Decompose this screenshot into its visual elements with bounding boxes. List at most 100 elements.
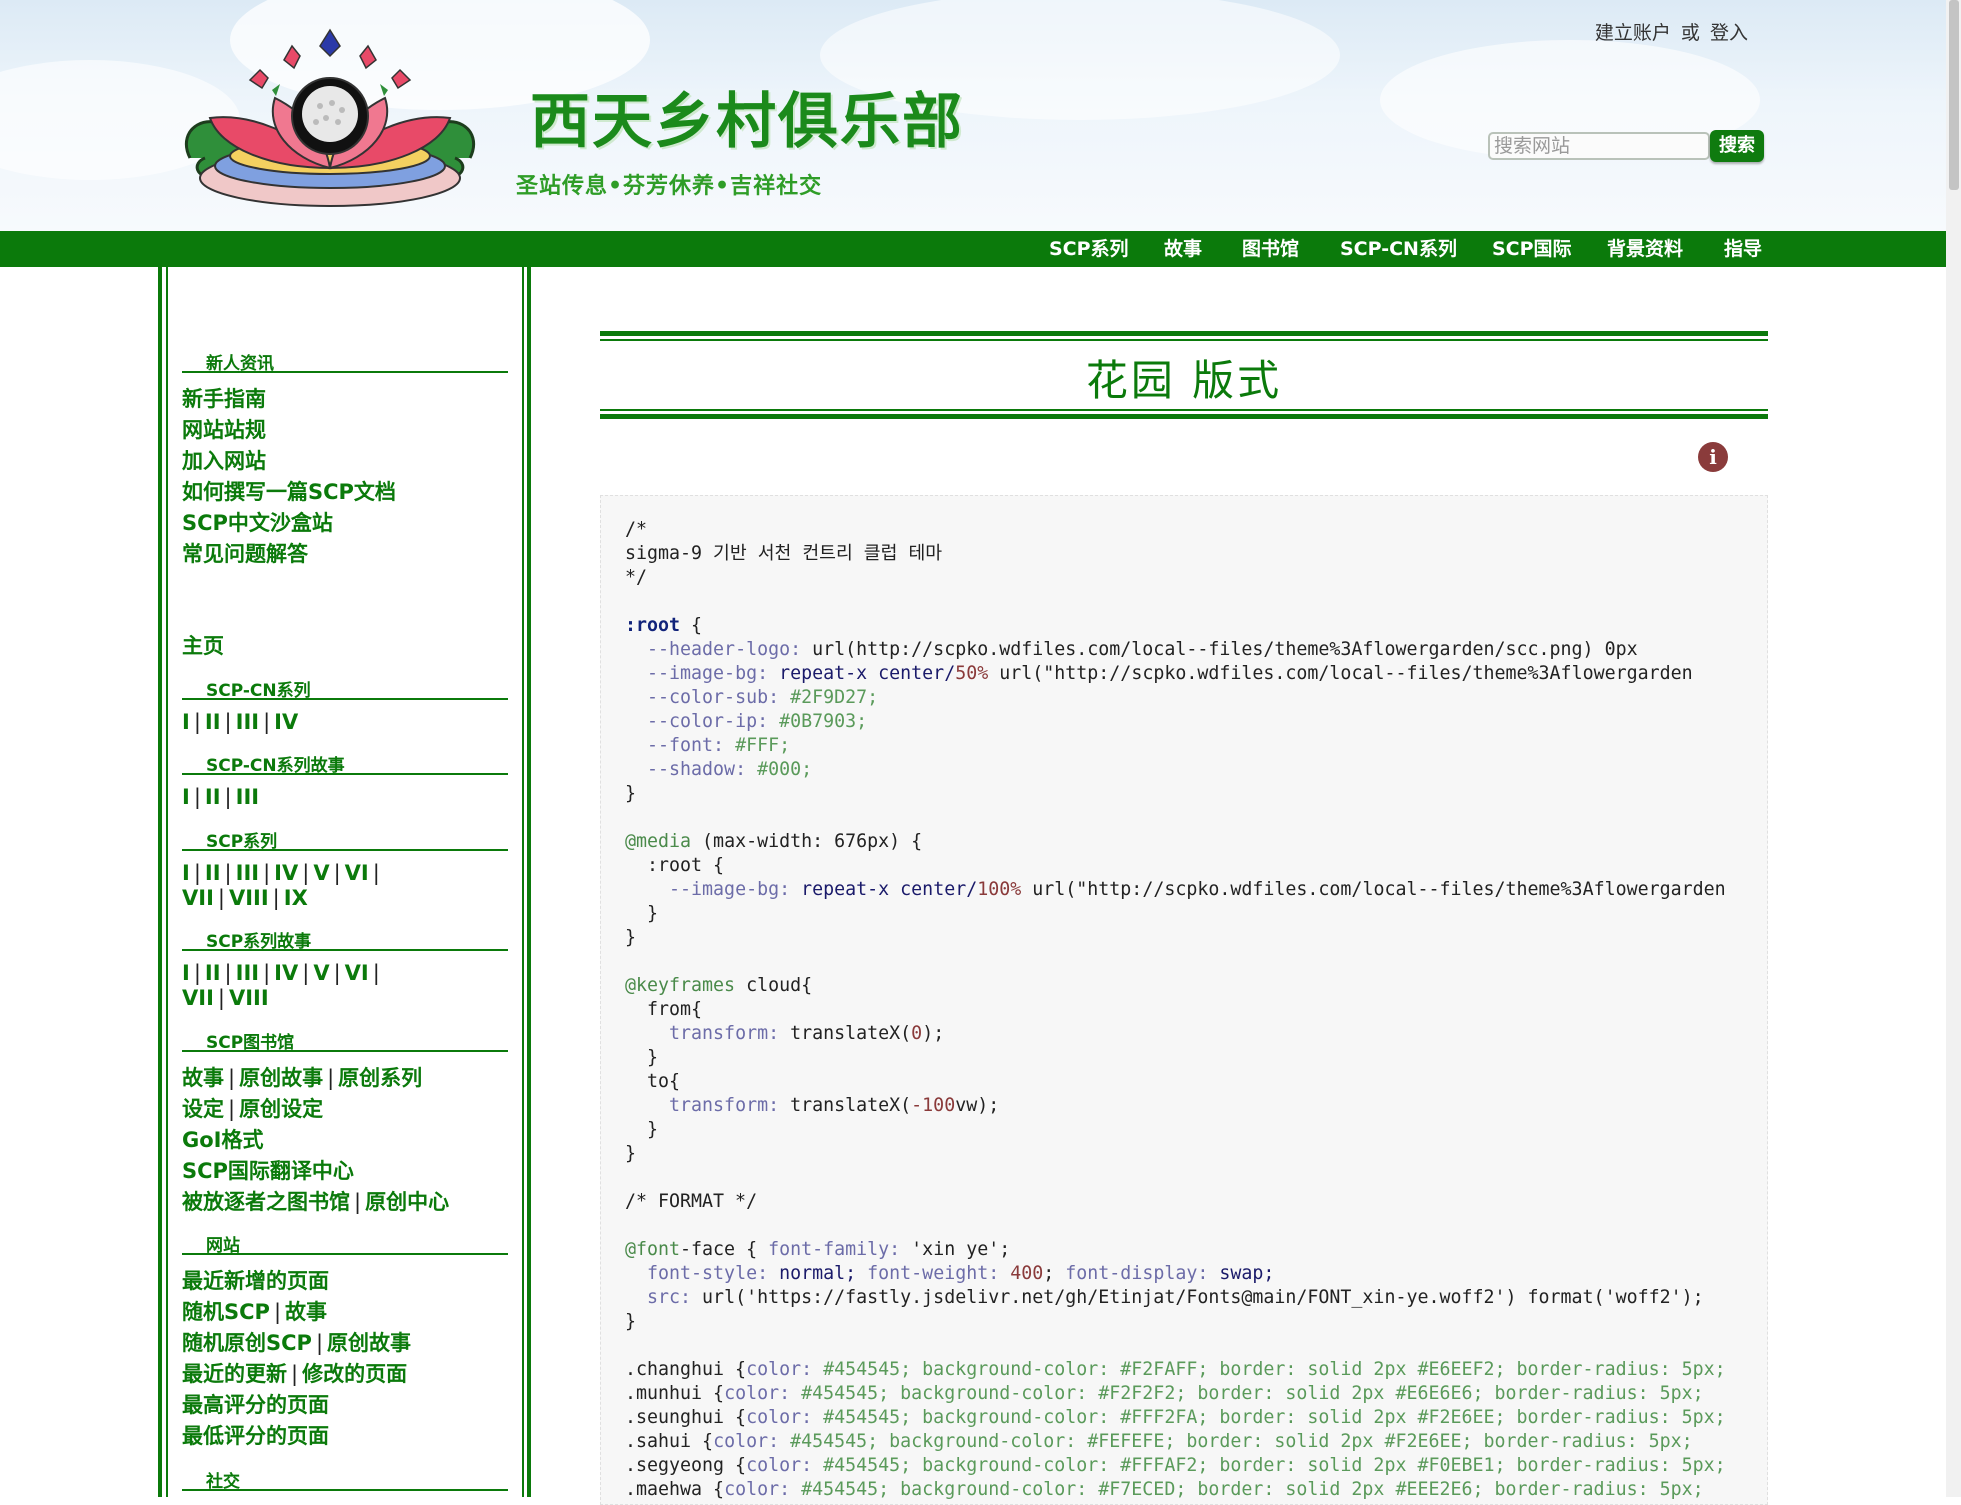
sidebar-link[interactable]: I: [182, 861, 190, 885]
sidebar-link[interactable]: V: [313, 861, 329, 885]
sidebar-link[interactable]: GoI格式: [182, 1124, 263, 1154]
top-nav-bar: SCP系列 故事 图书馆 SCP-CN系列 SCP国际 背景资料 指导: [0, 231, 1946, 267]
search-button[interactable]: 搜索: [1710, 130, 1764, 162]
create-account-link[interactable]: 建立账户: [1595, 22, 1671, 44]
code-value: repeat-x center/: [768, 663, 956, 684]
nav-library[interactable]: 图书馆: [1242, 231, 1299, 267]
sidebar-link[interactable]: III: [236, 861, 259, 885]
sidebar-link[interactable]: 随机SCP: [182, 1300, 270, 1324]
sidebar-link[interactable]: I: [182, 710, 190, 734]
code-value: #FFF;: [724, 735, 791, 756]
sidebar-link[interactable]: VII: [182, 986, 214, 1010]
sidebar-heading-rule: [182, 1253, 508, 1255]
sidebar-link-home[interactable]: 主页: [182, 630, 224, 660]
site-logo[interactable]: [180, 28, 480, 218]
sidebar-link[interactable]: 原创系列: [338, 1066, 422, 1090]
sidebar-link[interactable]: IX: [284, 886, 308, 910]
sidebar-link[interactable]: 最高评分的页面: [182, 1389, 329, 1419]
code-selector: .segyeong {: [625, 1455, 747, 1476]
sidebar-link[interactable]: II: [205, 785, 221, 809]
login-link[interactable]: 登入: [1710, 22, 1748, 44]
code-value: url("http://scpko.wdfiles.com/local--fil…: [1021, 879, 1726, 900]
code-value: repeat-x center/: [790, 879, 978, 900]
code-text: from{: [625, 999, 703, 1020]
code-property: color:: [713, 1431, 791, 1452]
sidebar-border-right-inner: [522, 267, 524, 1497]
code-value: #454545; background-color: #FEFEFE; bord…: [790, 1431, 1693, 1452]
sidebar-link[interactable]: 故事: [285, 1300, 327, 1324]
code-comment: sigma-9 기반 서천 컨트리 클럽 테마: [625, 543, 943, 564]
sidebar-link[interactable]: SCP中文沙盒站: [182, 507, 333, 537]
nav-tales[interactable]: 故事: [1164, 231, 1202, 267]
code-selector: .changhui {: [625, 1359, 747, 1380]
sidebar-link[interactable]: III: [236, 785, 259, 809]
sidebar-link[interactable]: I: [182, 961, 190, 985]
scrollbar-thumb[interactable]: [1949, 0, 1959, 190]
sidebar-link[interactable]: 修改的页面: [302, 1362, 407, 1386]
code-at-rule: @keyframes: [625, 975, 736, 996]
title-rule-bottom-thin: [600, 409, 1768, 411]
code-at-rule: @font: [625, 1239, 681, 1260]
page-scrollbar[interactable]: [1946, 0, 1961, 1497]
sidebar-link[interactable]: VIII: [229, 986, 269, 1010]
sidebar-link[interactable]: 新手指南: [182, 383, 266, 413]
sidebar-link[interactable]: II: [205, 961, 221, 985]
sidebar-border-left-inner: [166, 267, 168, 1497]
sidebar-link[interactable]: 网站站规: [182, 414, 266, 444]
sidebar-link[interactable]: V: [313, 961, 329, 985]
sidebar-heading-rule: [182, 949, 508, 951]
info-icon[interactable]: i: [1698, 442, 1728, 472]
code-value: #2F9D27;: [779, 687, 879, 708]
code-text: cloud{: [735, 975, 813, 996]
sidebar-link[interactable]: SCP国际翻译中心: [182, 1155, 354, 1185]
sidebar-link[interactable]: 设定: [182, 1097, 224, 1121]
site-name[interactable]: 西天乡村俱乐部: [530, 92, 964, 152]
sidebar-link[interactable]: IV: [274, 961, 298, 985]
code-property: --shadow:: [647, 759, 747, 780]
search-input[interactable]: 搜索网站: [1488, 132, 1710, 160]
sidebar-link[interactable]: 常见问题解答: [182, 538, 308, 568]
sidebar-link[interactable]: VIII: [229, 886, 269, 910]
sidebar-link[interactable]: VI: [345, 961, 369, 985]
sidebar-link[interactable]: I: [182, 785, 190, 809]
sidebar-link[interactable]: II: [205, 861, 221, 885]
nav-scp-international[interactable]: SCP国际: [1492, 231, 1572, 267]
code-value: vw);: [955, 1095, 1000, 1116]
sidebar-link[interactable]: 最近的更新: [182, 1362, 287, 1386]
nav-scp-series[interactable]: SCP系列: [1049, 231, 1129, 267]
code-selector: .seunghui {: [625, 1407, 747, 1428]
sidebar-link[interactable]: 原创设定: [239, 1097, 323, 1121]
sidebar-link[interactable]: 被放逐者之图书馆: [182, 1190, 350, 1214]
code-brace: }: [625, 903, 659, 924]
code-value: translateX(: [779, 1023, 912, 1044]
nav-background[interactable]: 背景资料: [1607, 231, 1683, 267]
sidebar-link[interactable]: VII: [182, 886, 214, 910]
sidebar-link[interactable]: 故事: [182, 1066, 224, 1090]
nav-guide[interactable]: 指导: [1724, 231, 1762, 267]
sidebar-link[interactable]: 如何撰写一篇SCP文档: [182, 476, 396, 506]
code-property: font-weight:: [867, 1263, 1000, 1284]
nav-scp-cn-series[interactable]: SCP-CN系列: [1340, 231, 1457, 267]
sidebar-link[interactable]: 最近新增的页面: [182, 1265, 329, 1295]
title-rule-bottom: [600, 414, 1768, 419]
sidebar-link-row: 被放逐者之图书馆 | 原创中心: [182, 1190, 450, 1214]
code-at-rule: @media: [625, 831, 692, 852]
sidebar-link[interactable]: 原创故事: [327, 1331, 411, 1355]
sidebar-link[interactable]: 原创中心: [365, 1190, 449, 1214]
sidebar-link[interactable]: III: [236, 710, 259, 734]
sidebar-link[interactable]: 原创故事: [239, 1066, 323, 1090]
sidebar-link[interactable]: II: [205, 710, 221, 734]
sidebar-roman-row: I | II | III | IV | V | VI |: [182, 961, 380, 985]
code-property: --color-sub:: [647, 687, 780, 708]
sidebar-link[interactable]: VI: [345, 861, 369, 885]
code-text: :root {: [625, 855, 725, 876]
sidebar-link[interactable]: 加入网站: [182, 445, 266, 475]
sidebar-link[interactable]: IV: [274, 710, 298, 734]
sidebar-link[interactable]: 最低评分的页面: [182, 1420, 329, 1450]
sidebar-link[interactable]: IV: [274, 861, 298, 885]
sidebar-link[interactable]: III: [236, 961, 259, 985]
sidebar-link[interactable]: 随机原创SCP: [182, 1331, 312, 1355]
code-value: #454545; background-color: #F2FAFF; bord…: [823, 1359, 1726, 1380]
code-brace: }: [625, 1119, 659, 1140]
code-text: (max-width: 676px) {: [691, 831, 923, 852]
